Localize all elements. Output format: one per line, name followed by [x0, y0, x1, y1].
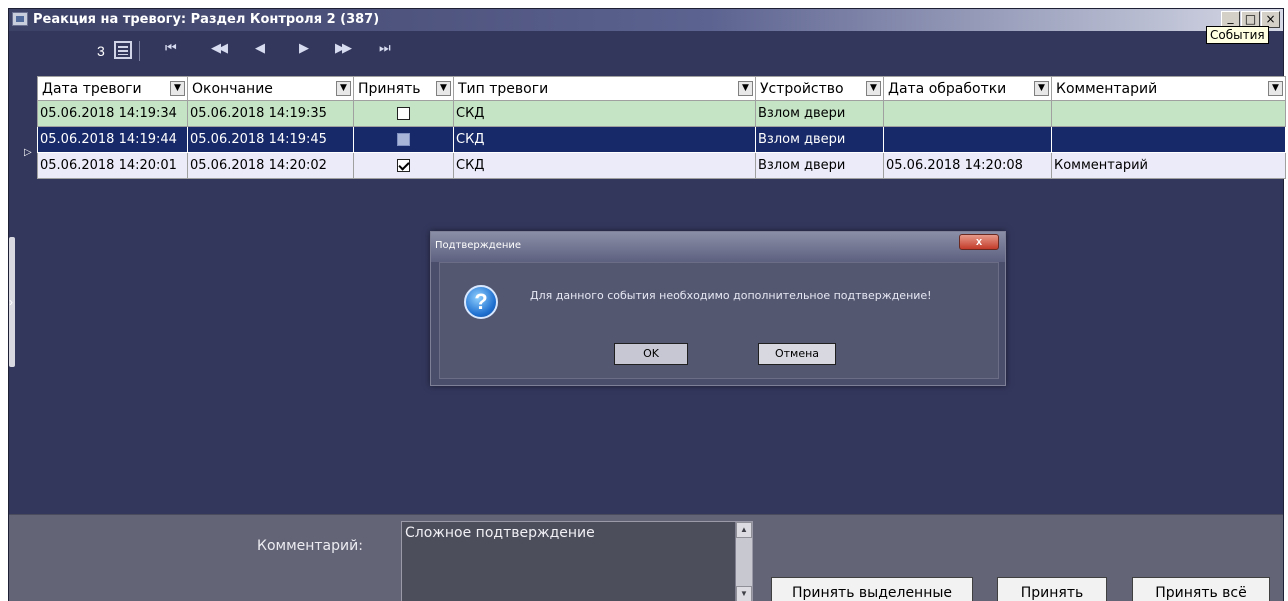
cell-alarm-type: СКД: [453, 126, 756, 153]
next-record-button[interactable]: ▶: [299, 41, 309, 56]
accept-all-button[interactable]: Принять всё: [1132, 577, 1270, 601]
cell-device: Взлом двери: [755, 126, 884, 153]
window-title: Реакция на тревогу: Раздел Контроля 2 (3…: [33, 12, 380, 27]
cell-end: 05.06.2018 14:19:35: [187, 100, 354, 127]
last-record-button[interactable]: ⏭: [379, 41, 391, 56]
column-label: Окончание: [192, 80, 273, 97]
comment-textarea[interactable]: Сложное подтверждение ▲ ▼: [401, 521, 753, 601]
current-row-indicator-icon: ▷: [24, 147, 32, 158]
accept-button[interactable]: Принять: [997, 577, 1107, 601]
accept-checkbox[interactable]: [397, 107, 410, 120]
cell-processed-date: [883, 126, 1052, 153]
alarm-grid: Дата тревоги ▼ Окончание ▼ Принять ▼ Тип тр…: [37, 76, 1286, 179]
cell-accept: [353, 100, 454, 127]
cell-comment: Комментарий: [1051, 152, 1286, 179]
comment-text: Сложное подтверждение: [405, 525, 595, 541]
grid-view-icon[interactable]: [114, 41, 132, 59]
comment-scrollbar[interactable]: ▲ ▼: [735, 522, 752, 601]
accept-checkbox[interactable]: [397, 133, 410, 146]
cell-end: 05.06.2018 14:20:02: [187, 152, 354, 179]
title-bar[interactable]: Реакция на тревогу: Раздел Контроля 2 (3…: [9, 9, 1283, 31]
table-row[interactable]: 05.06.2018 14:20:01 05.06.2018 14:20:02 …: [37, 152, 1286, 179]
cell-accept: [353, 152, 454, 179]
cell-alarm-date: 05.06.2018 14:19:34: [37, 100, 188, 127]
filter-dropdown-icon[interactable]: ▼: [436, 81, 451, 96]
dialog-close-button[interactable]: x: [959, 234, 999, 250]
table-row[interactable]: 05.06.2018 14:19:34 05.06.2018 14:19:35 …: [37, 100, 1286, 127]
column-header-accept[interactable]: Принять ▼: [353, 76, 454, 101]
cancel-button[interactable]: Отмена: [758, 343, 836, 365]
column-header-alarm-date[interactable]: Дата тревоги ▼: [37, 76, 188, 101]
ok-button[interactable]: OK: [614, 343, 688, 365]
column-label: Дата тревоги: [42, 80, 142, 97]
filter-dropdown-icon[interactable]: ▼: [738, 81, 753, 96]
column-label: Дата обработки: [888, 80, 1007, 97]
cell-device: Взлом двери: [755, 152, 884, 179]
column-label: Тип тревоги: [458, 80, 549, 97]
confirmation-dialog: Подтверждение x ? Для данного события не…: [430, 231, 1006, 386]
toolbar-divider: [139, 41, 140, 61]
previous-record-button[interactable]: ◀: [255, 41, 265, 56]
column-header-alarm-type[interactable]: Тип тревоги ▼: [453, 76, 756, 101]
column-header-comment[interactable]: Комментарий ▼: [1051, 76, 1286, 101]
column-header-end[interactable]: Окончание ▼: [187, 76, 354, 101]
column-header-device[interactable]: Устройство ▼: [755, 76, 884, 101]
filter-dropdown-icon[interactable]: ▼: [866, 81, 881, 96]
dialog-title: Подтверждение: [435, 240, 522, 251]
cell-processed-date: [883, 100, 1052, 127]
filter-dropdown-icon[interactable]: ▼: [1034, 81, 1049, 96]
dialog-title-bar[interactable]: Подтверждение x: [431, 232, 1005, 262]
column-label: Устройство: [760, 80, 844, 97]
cell-comment: [1051, 100, 1286, 127]
question-icon: ?: [464, 285, 498, 319]
window-app-icon: [12, 12, 28, 26]
comment-label: Комментарий:: [257, 538, 363, 554]
cell-processed-date: 05.06.2018 14:20:08: [883, 152, 1052, 179]
cell-comment: [1051, 126, 1286, 153]
bottom-panel: Комментарий: Сложное подтверждение ▲ ▼ П…: [9, 514, 1283, 601]
filter-dropdown-icon[interactable]: ▼: [336, 81, 351, 96]
column-header-processed-date[interactable]: Дата обработки ▼: [883, 76, 1052, 101]
scroll-down-icon[interactable]: ▼: [736, 586, 752, 601]
cell-alarm-type: СКД: [453, 152, 756, 179]
cell-alarm-date: 05.06.2018 14:20:01: [37, 152, 188, 179]
scroll-up-icon[interactable]: ▲: [736, 522, 752, 538]
next-page-button[interactable]: ▶▶: [335, 41, 352, 56]
cell-device: Взлом двери: [755, 100, 884, 127]
first-record-button[interactable]: ⏮: [165, 41, 177, 56]
filter-dropdown-icon[interactable]: ▼: [170, 81, 185, 96]
navigation-toolbar: 3 ⏮ ◀◀ ◀ ▶ ▶▶ ⏭: [9, 31, 1283, 71]
accept-selected-button[interactable]: Принять выделенные: [771, 577, 973, 601]
events-tooltip: События: [1206, 26, 1269, 44]
table-row-selected[interactable]: 05.06.2018 14:19:44 05.06.2018 14:19:45 …: [37, 126, 1286, 153]
previous-page-button[interactable]: ◀◀: [211, 41, 228, 56]
grid-header-row: Дата тревоги ▼ Окончание ▼ Принять ▼ Тип тр…: [37, 76, 1286, 101]
dialog-body: ? Для данного события необходимо дополни…: [439, 262, 999, 379]
alarm-reaction-window: Реакция на тревогу: Раздел Контроля 2 (3…: [8, 8, 1286, 601]
cell-alarm-date: 05.06.2018 14:19:44: [37, 126, 188, 153]
cell-end: 05.06.2018 14:19:45: [187, 126, 354, 153]
cell-accept: [353, 126, 454, 153]
cell-alarm-type: СКД: [453, 100, 756, 127]
accept-checkbox-checked[interactable]: [397, 159, 410, 172]
record-count: 3: [97, 43, 105, 59]
dialog-message: Для данного события необходимо дополните…: [530, 289, 932, 302]
filter-dropdown-icon[interactable]: ▼: [1268, 81, 1283, 96]
column-label: Принять: [358, 80, 421, 97]
side-panel-expand-icon[interactable]: ›: [9, 295, 13, 309]
column-label: Комментарий: [1056, 80, 1158, 97]
